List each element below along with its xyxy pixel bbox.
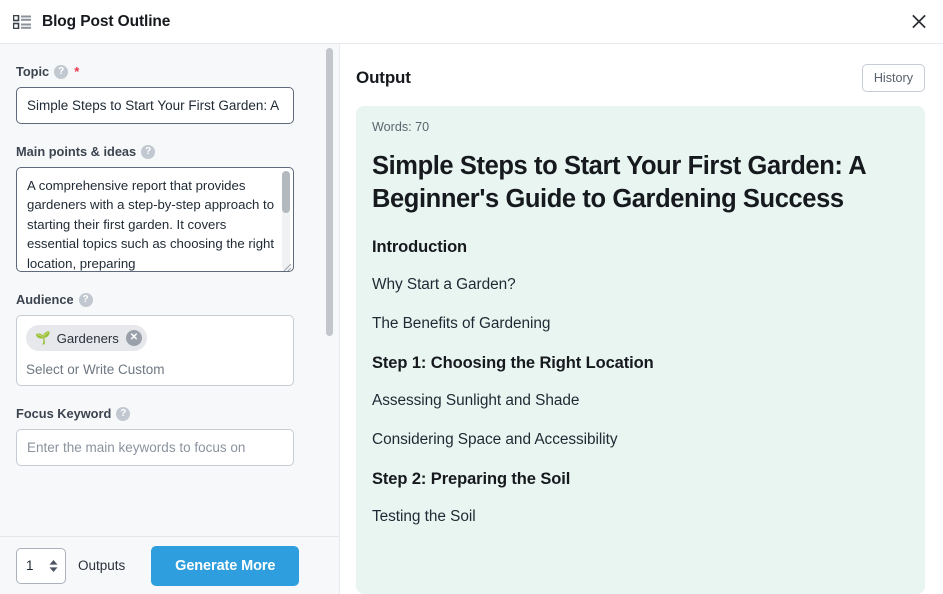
help-icon[interactable]: ? <box>141 144 156 159</box>
outputs-stepper-value: 1 <box>26 558 34 573</box>
word-count: Words: 70 <box>372 120 430 134</box>
help-icon[interactable]: ? <box>78 292 93 307</box>
field-audience: Audience ? 🌱 Gardeners ✕ Select or Write… <box>16 292 323 386</box>
field-audience-label: Audience ? <box>16 292 323 307</box>
required-asterisk: * <box>74 64 80 79</box>
field-main-points: Main points & ideas ? A comprehensive re… <box>16 144 323 272</box>
field-main-points-label-text: Main points & ideas <box>16 144 137 159</box>
outline-heading: Introduction <box>372 238 468 256</box>
outline-heading: Step 2: Preparing the Soil <box>372 470 571 488</box>
generate-more-button[interactable]: Generate More <box>151 545 300 586</box>
form-scrollbar-thumb[interactable] <box>326 48 333 336</box>
history-button[interactable]: History <box>861 64 925 92</box>
field-focus-keyword-label-text: Focus Keyword <box>16 406 112 421</box>
field-audience-label-text: Audience <box>16 292 74 307</box>
audience-tag[interactable]: 🌱 Gardeners ✕ <box>26 325 147 351</box>
generated-outline: Introduction Why Start a Garden? The Benef… <box>372 238 905 526</box>
audience-tags-field[interactable]: 🌱 Gardeners ✕ Select or Write Custom <box>16 315 294 386</box>
outline-item: Why Start a Garden? <box>372 276 516 293</box>
outline-item: Assessing Sunlight and Shade <box>372 392 580 409</box>
outline-item: Testing the Soil <box>372 508 476 525</box>
close-icon[interactable]: ✕ <box>125 330 142 346</box>
outline-item: Considering Space and Accessibility <box>372 431 618 448</box>
field-focus-keyword-label: Focus Keyword ? <box>16 406 323 421</box>
topic-input[interactable]: Simple Steps to Start Your First Garden:… <box>16 87 294 124</box>
audience-input[interactable]: Select or Write Custom <box>26 362 284 377</box>
modal-window: Blog Post Outline Topic ? * Simple Steps… <box>0 0 943 594</box>
form-scrollbar[interactable] <box>326 48 333 536</box>
close-icon[interactable] <box>905 8 933 36</box>
field-topic-label-text: Topic <box>16 64 50 79</box>
outputs-stepper[interactable]: 1 <box>16 547 66 584</box>
form-panel: Topic ? * Simple Steps to Start Your Fir… <box>0 44 340 594</box>
output-title: Output <box>356 68 411 87</box>
main-points-text: A comprehensive report that provides gar… <box>27 178 278 271</box>
resize-handle-icon[interactable] <box>282 260 292 271</box>
generated-document-title: Simple Steps to Start Your First Garden:… <box>372 152 866 213</box>
outline-item: The Benefits of Gardening <box>372 315 551 332</box>
modal-body: Topic ? * Simple Steps to Start Your Fir… <box>0 44 943 594</box>
spinner-arrows-icon[interactable] <box>46 558 60 574</box>
field-topic: Topic ? * Simple Steps to Start Your Fir… <box>16 64 323 124</box>
list-icon <box>12 12 32 32</box>
focus-keyword-input[interactable]: Enter the main keywords to focus on <box>16 429 294 466</box>
output-card[interactable]: Words: 70 Simple Steps to Start Your Fir… <box>356 106 925 594</box>
field-topic-label: Topic ? * <box>16 64 323 79</box>
textarea-scrollbar-thumb[interactable] <box>282 171 290 213</box>
field-focus-keyword: Focus Keyword ? Enter the main keywords … <box>16 406 323 466</box>
output-header: Output History <box>356 44 925 106</box>
help-icon[interactable]: ? <box>54 64 69 79</box>
outputs-label: Outputs <box>78 558 126 573</box>
help-icon[interactable]: ? <box>116 406 131 421</box>
form-scroll-area[interactable]: Topic ? * Simple Steps to Start Your Fir… <box>0 44 339 536</box>
seedling-icon: 🌱 <box>35 330 51 345</box>
field-main-points-label: Main points & ideas ? <box>16 144 323 159</box>
outline-heading: Step 1: Choosing the Right Location <box>372 354 654 372</box>
form-footer: 1 Outputs Generate More <box>0 537 339 594</box>
titlebar: Blog Post Outline <box>0 0 943 44</box>
page-title: Blog Post Outline <box>42 12 171 30</box>
textarea-scrollbar[interactable] <box>282 171 290 270</box>
main-points-textarea[interactable]: A comprehensive report that provides gar… <box>16 167 294 272</box>
output-panel: Output History Words: 70 Simple Steps to… <box>340 44 943 594</box>
audience-tag-label: Gardeners <box>56 330 119 346</box>
